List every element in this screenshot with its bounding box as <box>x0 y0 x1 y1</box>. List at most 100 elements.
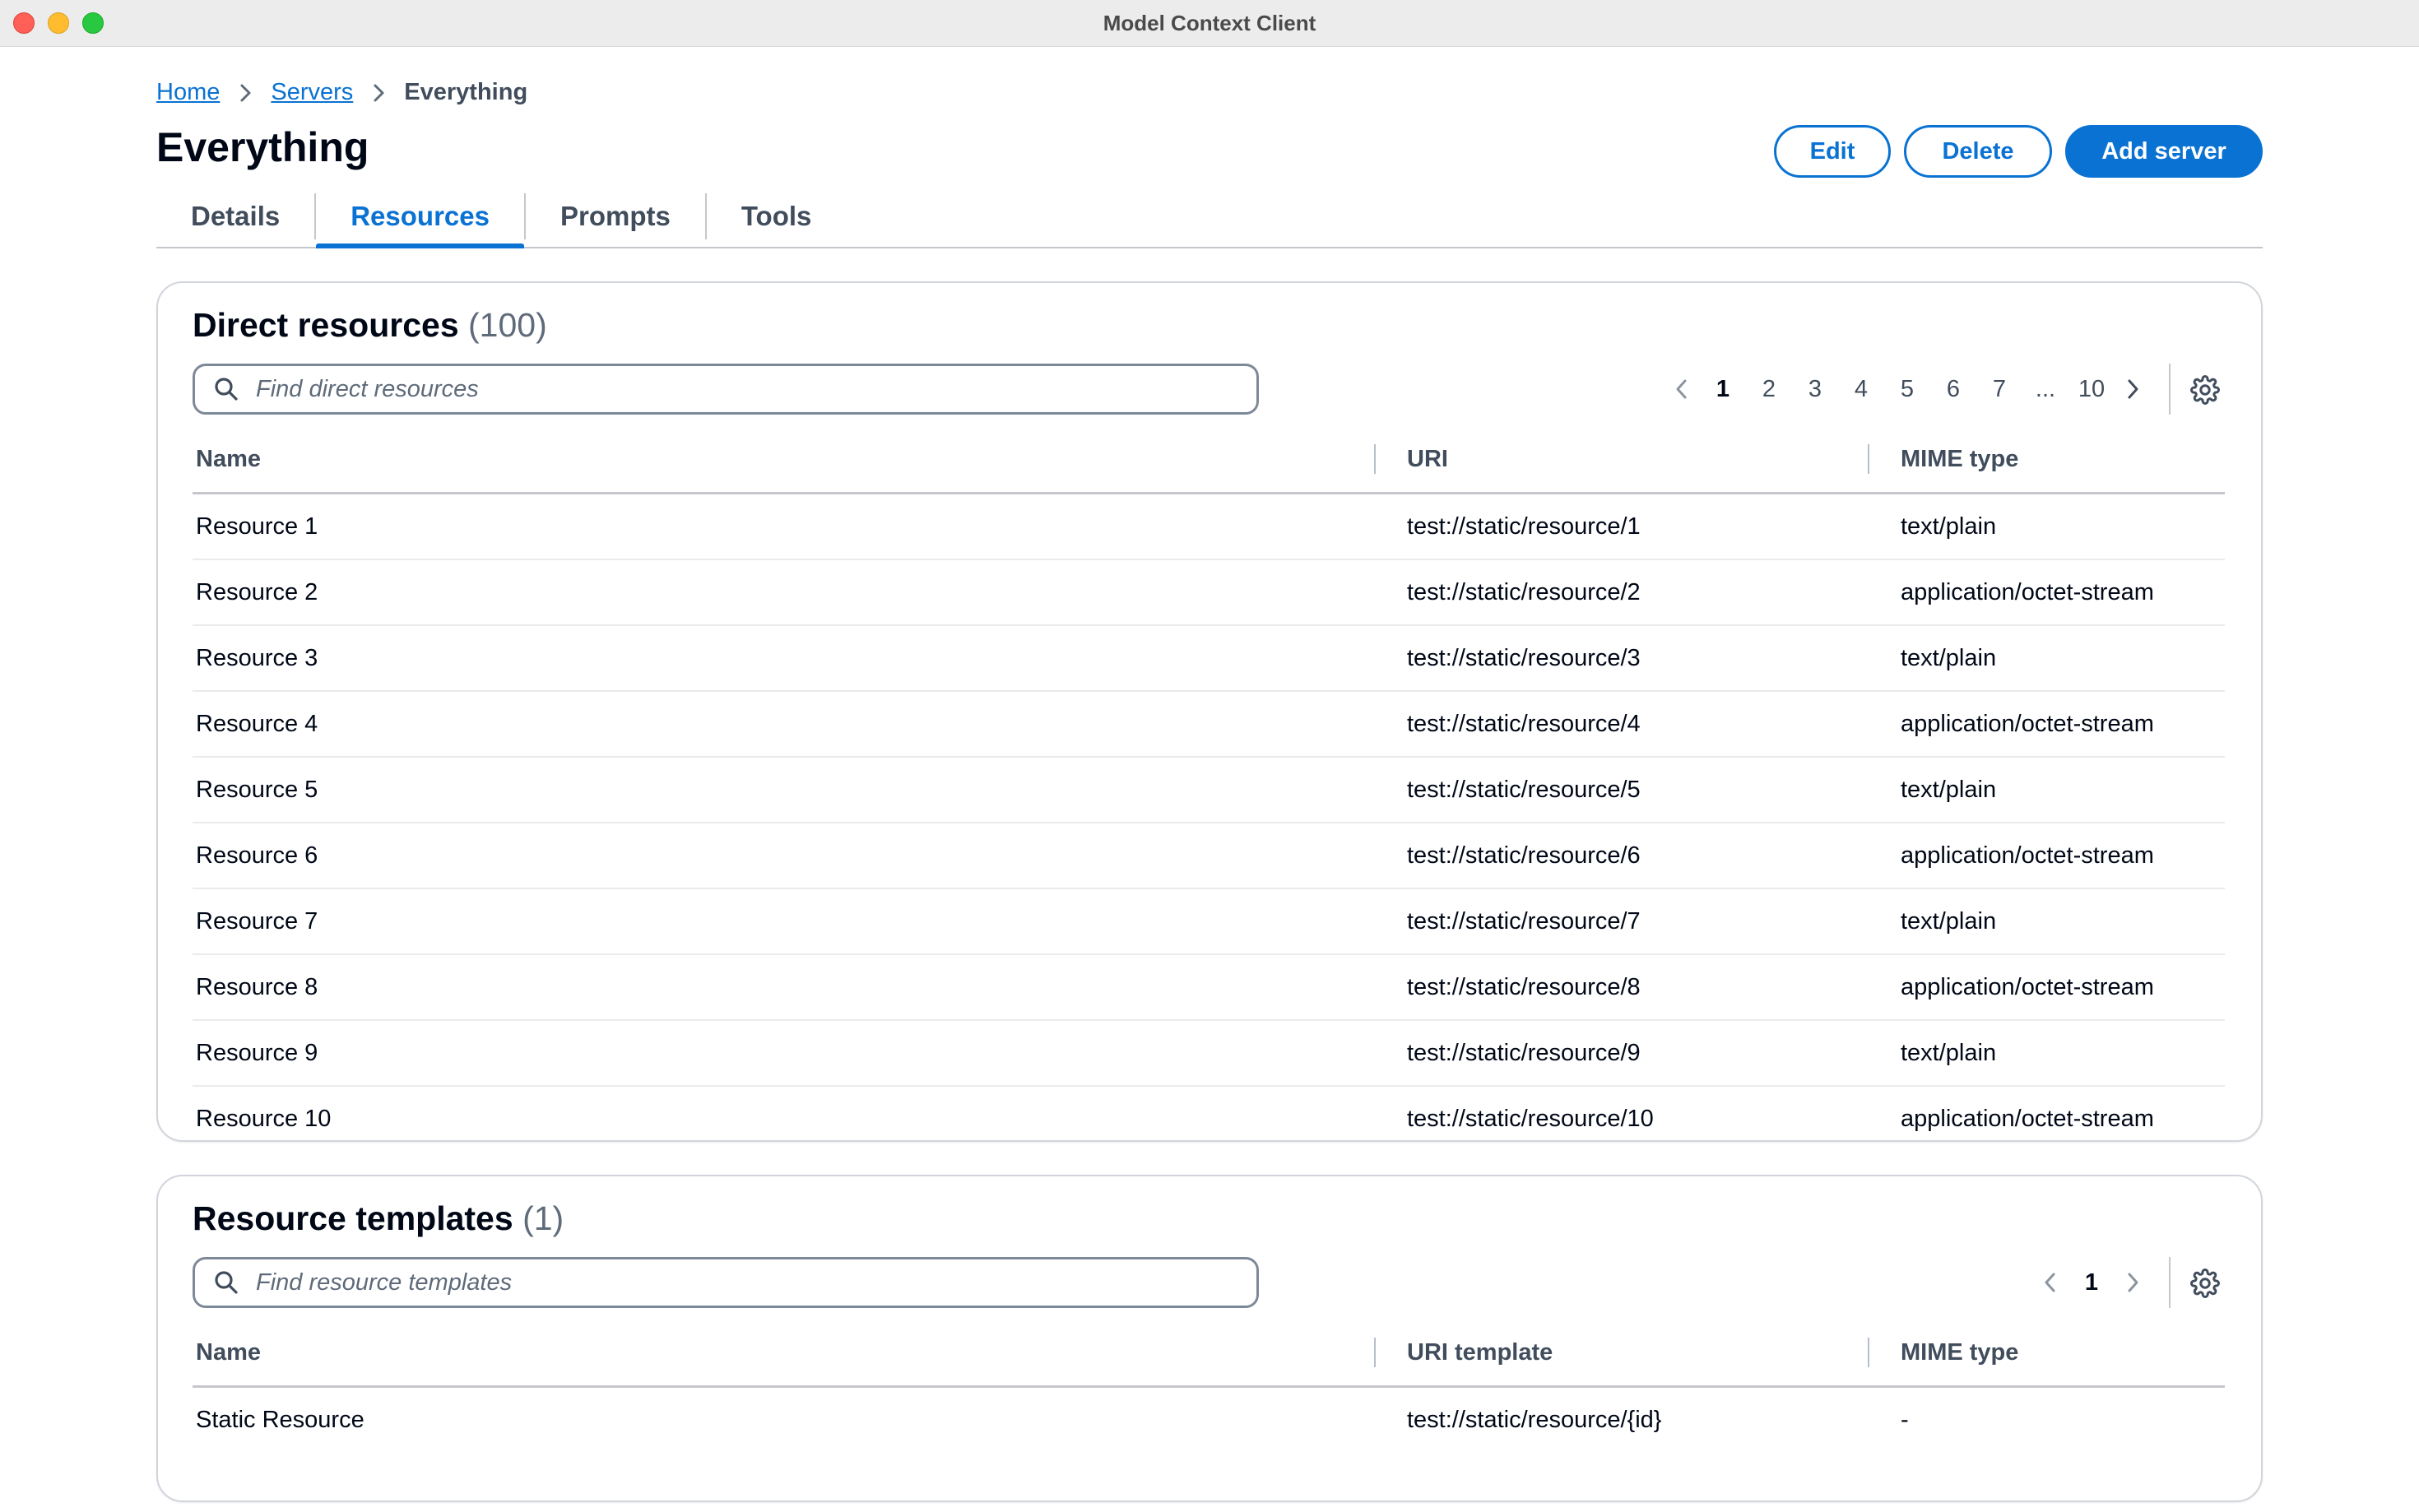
cell-uri: test://static/resource/8 <box>1404 954 1897 1021</box>
close-window-button[interactable] <box>13 12 35 34</box>
breadcrumb-home-link[interactable]: Home <box>156 79 220 106</box>
resource-templates-search <box>193 1257 1259 1308</box>
column-header-name[interactable]: Name <box>193 426 1404 494</box>
table-header-row: Name URI template MIME type <box>193 1320 2225 1388</box>
page-2-button[interactable]: 2 <box>1746 376 1792 403</box>
pagination-divider <box>2169 364 2171 415</box>
cell-mime: application/octet-stream <box>1901 1105 2154 1132</box>
table-row[interactable]: Resource 3 test://static/resource/3 text/p… <box>193 625 2225 692</box>
table-row[interactable]: Resource 4 test://static/resource/4 applic… <box>193 691 2225 758</box>
column-header-name[interactable]: Name <box>193 1320 1404 1388</box>
cell-name: Resource 3 <box>193 625 1404 692</box>
chevron-right-icon[interactable] <box>2121 375 2144 403</box>
table-row[interactable]: Resource 9 test://static/resource/9 text/p… <box>193 1020 2225 1087</box>
page-6-button[interactable]: 6 <box>1930 376 1976 403</box>
cell-uri: test://static/resource/2 <box>1404 559 1897 626</box>
cell-uri: test://static/resource/10 <box>1407 1105 1654 1132</box>
cell-name: Resource 4 <box>193 691 1404 758</box>
tab-details[interactable]: Details <box>156 186 314 247</box>
table-row[interactable]: Resource 5 test://static/resource/5 text/p… <box>193 757 2225 823</box>
zoom-window-button[interactable] <box>82 12 104 34</box>
table-row[interactable]: Resource 7 test://static/resource/7 text/p… <box>193 888 2225 955</box>
cell-uri: test://static/resource/5 <box>1404 757 1897 823</box>
column-header-uri[interactable]: URI <box>1374 426 1897 494</box>
cell-mime: application/octet-stream <box>1897 691 2225 758</box>
table-row[interactable]: Resource 10 test://static/resource/10 appl… <box>193 1086 2225 1151</box>
cell-mime: text/plain <box>1897 1020 2225 1087</box>
cell-name: Resource 8 <box>193 954 1404 1021</box>
cell-mime: text/plain <box>1897 493 2225 560</box>
cell-name: Static Resource <box>196 1406 364 1433</box>
resource-templates-search-input[interactable] <box>254 1259 1256 1306</box>
header-actions: Edit Delete Add server <box>1774 125 2263 178</box>
table-row[interactable]: Resource 2 test://static/resource/2 applic… <box>193 559 2225 626</box>
page-7-button[interactable]: 7 <box>1976 376 2022 403</box>
page-4-button[interactable]: 4 <box>1838 376 1884 403</box>
cell-mime: application/octet-stream <box>1897 559 2225 626</box>
table-row[interactable]: Resource 1 test://static/resource/1 text/p… <box>193 493 2225 560</box>
page-3-button[interactable]: 3 <box>1792 376 1838 403</box>
chevron-right-icon[interactable] <box>2121 1269 2144 1296</box>
table-header-row: Name URI MIME type <box>193 426 2225 494</box>
delete-button[interactable]: Delete <box>1904 125 2052 178</box>
column-header-mime-type[interactable]: MIME type <box>1868 426 2225 494</box>
direct-resources-count: (100) <box>468 306 547 344</box>
add-server-button[interactable]: Add server <box>2065 125 2263 178</box>
cell-name: Resource 6 <box>193 823 1404 889</box>
settings-gear-icon[interactable] <box>2190 375 2220 405</box>
minimize-window-button[interactable] <box>48 12 69 34</box>
direct-resources-pagination: 1 2 3 4 5 6 7 ... 10 <box>1670 375 2144 403</box>
edit-button[interactable]: Edit <box>1774 125 1891 178</box>
search-icon <box>213 1269 239 1296</box>
page-1-button[interactable]: 1 <box>1700 376 1746 403</box>
chevron-right-icon <box>371 83 386 103</box>
page-1-button[interactable]: 1 <box>2068 1269 2115 1296</box>
direct-resources-table: Name URI MIME type Resource 1 test://stat… <box>193 426 2225 1151</box>
cell-mime: text/plain <box>1897 888 2225 955</box>
column-header-mime-type[interactable]: MIME type <box>1868 1320 2225 1388</box>
table-row[interactable]: Resource 8 test://static/resource/8 applic… <box>193 954 2225 1021</box>
resource-templates-panel: Resource templates (1) 1 <box>156 1175 2263 1502</box>
tab-prompts[interactable]: Prompts <box>526 186 705 247</box>
breadcrumb-current: Everything <box>404 79 528 105</box>
cell-mime: - <box>1901 1406 1909 1433</box>
breadcrumb: Home Servers Everything <box>156 79 527 106</box>
resource-templates-heading: Resource templates (1) <box>193 1199 564 1238</box>
direct-resources-panel: Direct resources (100) 1 2 3 4 5 6 7 <box>156 281 2263 1142</box>
chevron-left-icon[interactable] <box>1670 375 1693 403</box>
cell-name: Resource 1 <box>193 493 1404 560</box>
tab-resources[interactable]: Resources <box>316 186 524 248</box>
chevron-left-icon[interactable] <box>2039 1269 2062 1296</box>
settings-gear-icon[interactable] <box>2190 1269 2220 1298</box>
table-row[interactable]: Static Resource test://static/resource/{i… <box>193 1387 2225 1453</box>
cell-uri: test://static/resource/{id} <box>1407 1406 1662 1433</box>
resource-templates-count: (1) <box>522 1199 564 1237</box>
cell-name: Resource 7 <box>193 888 1404 955</box>
title-bar: Model Context Client <box>0 0 2419 47</box>
cell-mime: application/octet-stream <box>1897 823 2225 889</box>
page-10-button[interactable]: 10 <box>2068 376 2115 403</box>
cell-mime: application/octet-stream <box>1897 954 2225 1021</box>
table-row[interactable]: Resource 6 test://static/resource/6 applic… <box>193 823 2225 889</box>
resource-templates-table: Name URI template MIME type Static Resou… <box>193 1320 2225 1452</box>
pagination-ellipsis: ... <box>2035 375 2056 402</box>
direct-resources-search <box>193 364 1259 415</box>
cell-mime: text/plain <box>1897 757 2225 823</box>
window-controls <box>13 12 104 34</box>
page-5-button[interactable]: 5 <box>1884 376 1930 403</box>
cell-uri: test://static/resource/3 <box>1404 625 1897 692</box>
cell-name: Resource 10 <box>196 1105 332 1132</box>
cell-name: Resource 2 <box>193 559 1404 626</box>
breadcrumb-servers-link[interactable]: Servers <box>271 79 353 106</box>
cell-uri: test://static/resource/1 <box>1404 493 1897 560</box>
cell-name: Resource 5 <box>193 757 1404 823</box>
column-header-uri-template[interactable]: URI template <box>1374 1320 1897 1388</box>
tab-tools[interactable]: Tools <box>707 186 847 247</box>
pagination-divider <box>2169 1257 2171 1308</box>
page-title: Everything <box>156 124 369 170</box>
cell-mime: text/plain <box>1897 625 2225 692</box>
cell-uri: test://static/resource/6 <box>1404 823 1897 889</box>
cell-uri: test://static/resource/4 <box>1404 691 1897 758</box>
direct-resources-search-input[interactable] <box>254 365 1256 413</box>
resource-templates-title: Resource templates <box>193 1199 513 1237</box>
